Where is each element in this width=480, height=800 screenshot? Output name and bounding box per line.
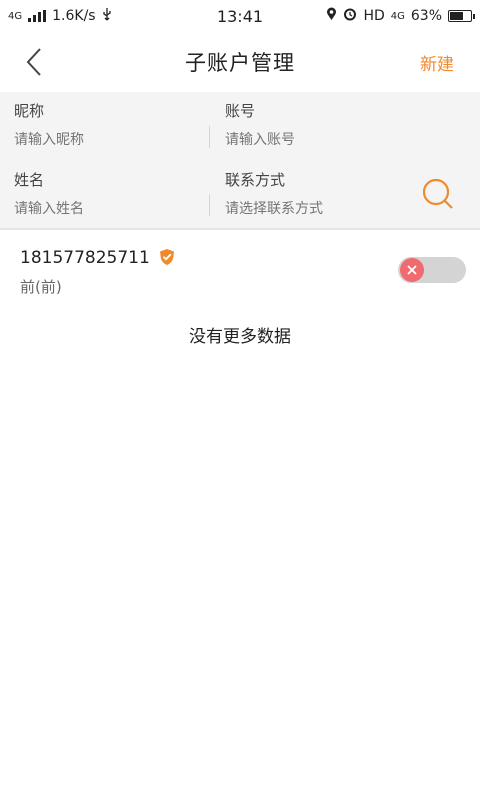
hd-label: HD — [363, 8, 385, 24]
status-bar-left: 4G 1.6K/s — [8, 7, 112, 25]
usb-icon — [102, 7, 112, 25]
toggle-knob — [400, 258, 424, 282]
network-type-right: 4G — [390, 10, 405, 22]
nickname-label: 昵称 — [14, 102, 45, 120]
network-speed: 1.6K/s — [52, 8, 96, 24]
list-item[interactable]: 181577825711 前(前) — [0, 232, 480, 302]
account-number: 181577825711 — [20, 248, 150, 268]
account-name: 前(前) — [20, 278, 62, 296]
search-button[interactable] — [420, 176, 456, 212]
contact-select[interactable] — [225, 200, 405, 216]
battery-icon — [448, 10, 475, 22]
sub-account-management-screen: 4G 1.6K/s 13:41 HD 4G 63% 子账户管理 新建 昵称 请输… — [0, 0, 480, 800]
field-divider — [209, 126, 210, 148]
no-more-data-text: 没有更多数据 — [189, 327, 291, 347]
page-title: 子账户管理 — [185, 51, 295, 75]
status-bar: 4G 1.6K/s 13:41 HD 4G 63% — [0, 0, 480, 32]
network-type-label: 4G — [8, 10, 23, 22]
nav-header: 子账户管理 新建 — [0, 32, 480, 92]
contact-field: 联系方式 — [225, 169, 405, 217]
back-button[interactable] — [16, 44, 52, 80]
signal-icon — [28, 10, 47, 22]
account-enabled-toggle[interactable] — [398, 257, 466, 283]
real-name-field: 姓名 — [14, 169, 194, 217]
close-icon — [407, 265, 417, 275]
nickname-input[interactable] — [14, 131, 194, 147]
filter-panel: 昵称 账号 姓名 联系方式 — [0, 92, 480, 230]
real-name-label: 姓名 — [14, 171, 45, 189]
search-icon — [422, 178, 453, 209]
real-name-input[interactable] — [14, 200, 194, 216]
account-field: 账号 — [225, 100, 405, 148]
status-bar-right: HD 4G 63% — [326, 7, 475, 25]
field-divider — [209, 194, 210, 216]
battery-percent: 63% — [410, 8, 442, 24]
verified-shield-icon — [158, 248, 176, 266]
new-button[interactable]: 新建 — [420, 50, 454, 75]
contact-label: 联系方式 — [225, 171, 286, 189]
location-icon — [326, 7, 337, 25]
chevron-left-icon — [26, 48, 41, 76]
account-label: 账号 — [225, 102, 256, 120]
account-input[interactable] — [225, 131, 405, 147]
alarm-icon — [343, 7, 357, 25]
nickname-field: 昵称 — [14, 100, 194, 148]
